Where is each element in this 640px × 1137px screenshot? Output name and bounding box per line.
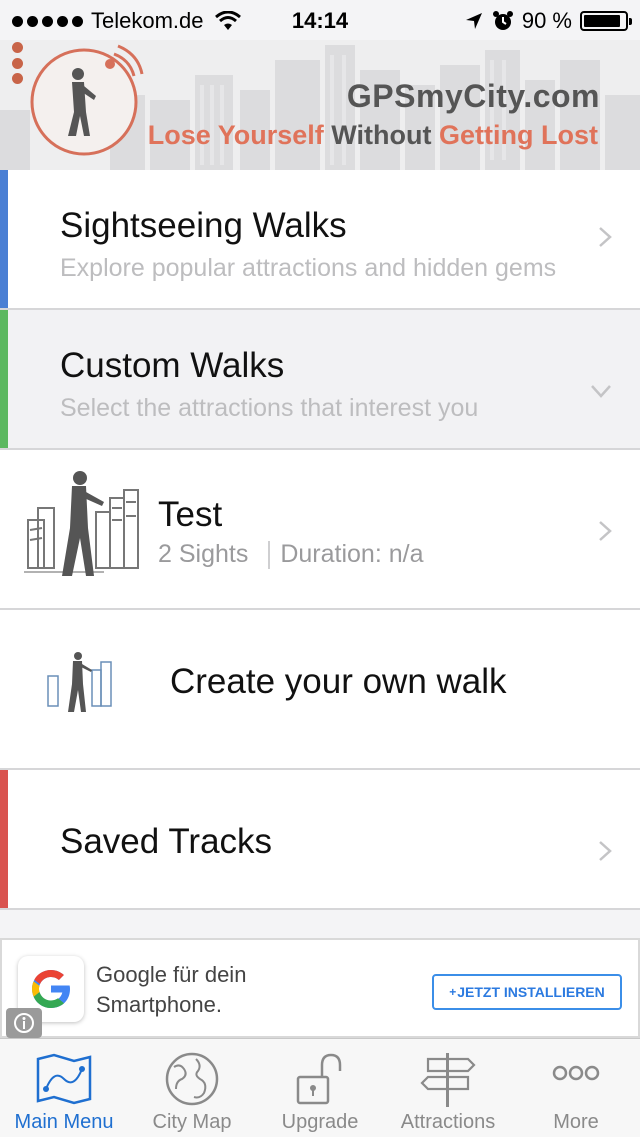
tab-label: Upgrade xyxy=(281,1111,359,1133)
app-header: GPSmyCity.com Lose Yourself Without Gett… xyxy=(0,40,640,170)
sightseeing-accent-stripe xyxy=(0,170,8,308)
sightseeing-walks-subtitle: Explore popular attractions and hidden g… xyxy=(60,254,557,282)
tab-main-menu[interactable]: Main Menu xyxy=(0,1039,128,1137)
tab-label: More xyxy=(553,1111,599,1133)
tagline-part-2: Without xyxy=(331,120,432,150)
gpsmycity-logo xyxy=(30,44,144,156)
battery-percent: 90 % xyxy=(521,8,572,33)
chevron-right-icon xyxy=(599,841,612,861)
walk-list-item[interactable]: Test 2 Sights Duration: n/a xyxy=(0,450,640,610)
status-right: 90 % xyxy=(464,8,632,34)
create-walk-icon xyxy=(47,652,112,712)
chevron-down-icon xyxy=(591,385,611,398)
ad-install-label: JETZT INSTALLIEREN xyxy=(457,984,605,1000)
tab-label: Main Menu xyxy=(14,1111,114,1133)
walk-sights-count: 2 Sights xyxy=(158,540,249,568)
ad-info-button[interactable] xyxy=(6,1008,42,1038)
sightseeing-walks-title: Sightseeing Walks xyxy=(60,206,347,245)
meta-divider xyxy=(268,540,271,569)
tab-city-map[interactable]: City Map xyxy=(128,1039,256,1137)
create-walk-row[interactable]: Create your own walk xyxy=(0,610,640,770)
tab-label: City Map xyxy=(152,1111,232,1133)
alarm-icon xyxy=(492,11,513,30)
saved-tracks-title: Saved Tracks xyxy=(60,822,273,861)
ad-install-button[interactable]: + JETZT INSTALLIEREN xyxy=(432,974,622,1010)
walk-duration: Duration: n/a xyxy=(280,540,424,568)
custom-walks-subtitle: Select the attractions that interest you xyxy=(60,394,479,422)
custom-walks-title: Custom Walks xyxy=(60,346,285,385)
tagline: Lose Yourself Without Getting Lost xyxy=(148,120,598,151)
tab-label: Attractions xyxy=(400,1111,496,1133)
tagline-part-3: Getting Lost xyxy=(439,120,598,150)
walk-title: Test xyxy=(158,495,223,534)
tab-more[interactable]: More xyxy=(512,1039,640,1137)
info-icon xyxy=(14,1013,34,1033)
custom-accent-stripe xyxy=(0,310,8,448)
chevron-right-icon xyxy=(599,227,612,247)
site-name: GPSmyCity.com xyxy=(346,78,600,114)
tab-upgrade[interactable]: Upgrade xyxy=(256,1039,384,1137)
create-walk-title: Create your own walk xyxy=(170,662,507,701)
ad-line-1: Google für dein xyxy=(96,962,247,987)
map-icon xyxy=(36,1053,92,1105)
signpost-icon xyxy=(420,1053,476,1107)
tab-bar: Main Menu City Map Upgrade Attractions M… xyxy=(0,1038,640,1137)
status-bar: Telekom.de 14:14 90 % xyxy=(0,0,640,40)
battery-icon xyxy=(580,11,632,31)
saved-accent-stripe xyxy=(0,770,8,908)
battery-fill xyxy=(584,15,620,27)
tagline-part-1: Lose Yourself xyxy=(147,120,324,150)
walk-thumbnail-image xyxy=(24,471,139,576)
more-icon xyxy=(552,1065,600,1081)
ad-line-2: Smartphone. xyxy=(96,992,222,1017)
globe-icon xyxy=(165,1052,219,1106)
plus-icon: + xyxy=(449,985,457,999)
chevron-right-icon xyxy=(599,521,612,541)
ad-text: Google für dein Smartphone. xyxy=(96,960,416,1020)
unlock-icon xyxy=(296,1053,342,1105)
walk-meta: 2 Sights Duration: n/a xyxy=(158,540,423,569)
location-arrow-icon xyxy=(465,13,482,29)
ad-banner[interactable]: Google für dein Smartphone. + JETZT INST… xyxy=(0,938,640,1038)
custom-walks-row[interactable]: Custom Walks Select the attractions that… xyxy=(0,310,640,450)
sightseeing-walks-row[interactable]: Sightseeing Walks Explore popular attrac… xyxy=(0,170,640,310)
side-menu-button[interactable] xyxy=(8,42,26,84)
saved-tracks-row[interactable]: Saved Tracks xyxy=(0,770,640,910)
tab-attractions[interactable]: Attractions xyxy=(384,1039,512,1137)
